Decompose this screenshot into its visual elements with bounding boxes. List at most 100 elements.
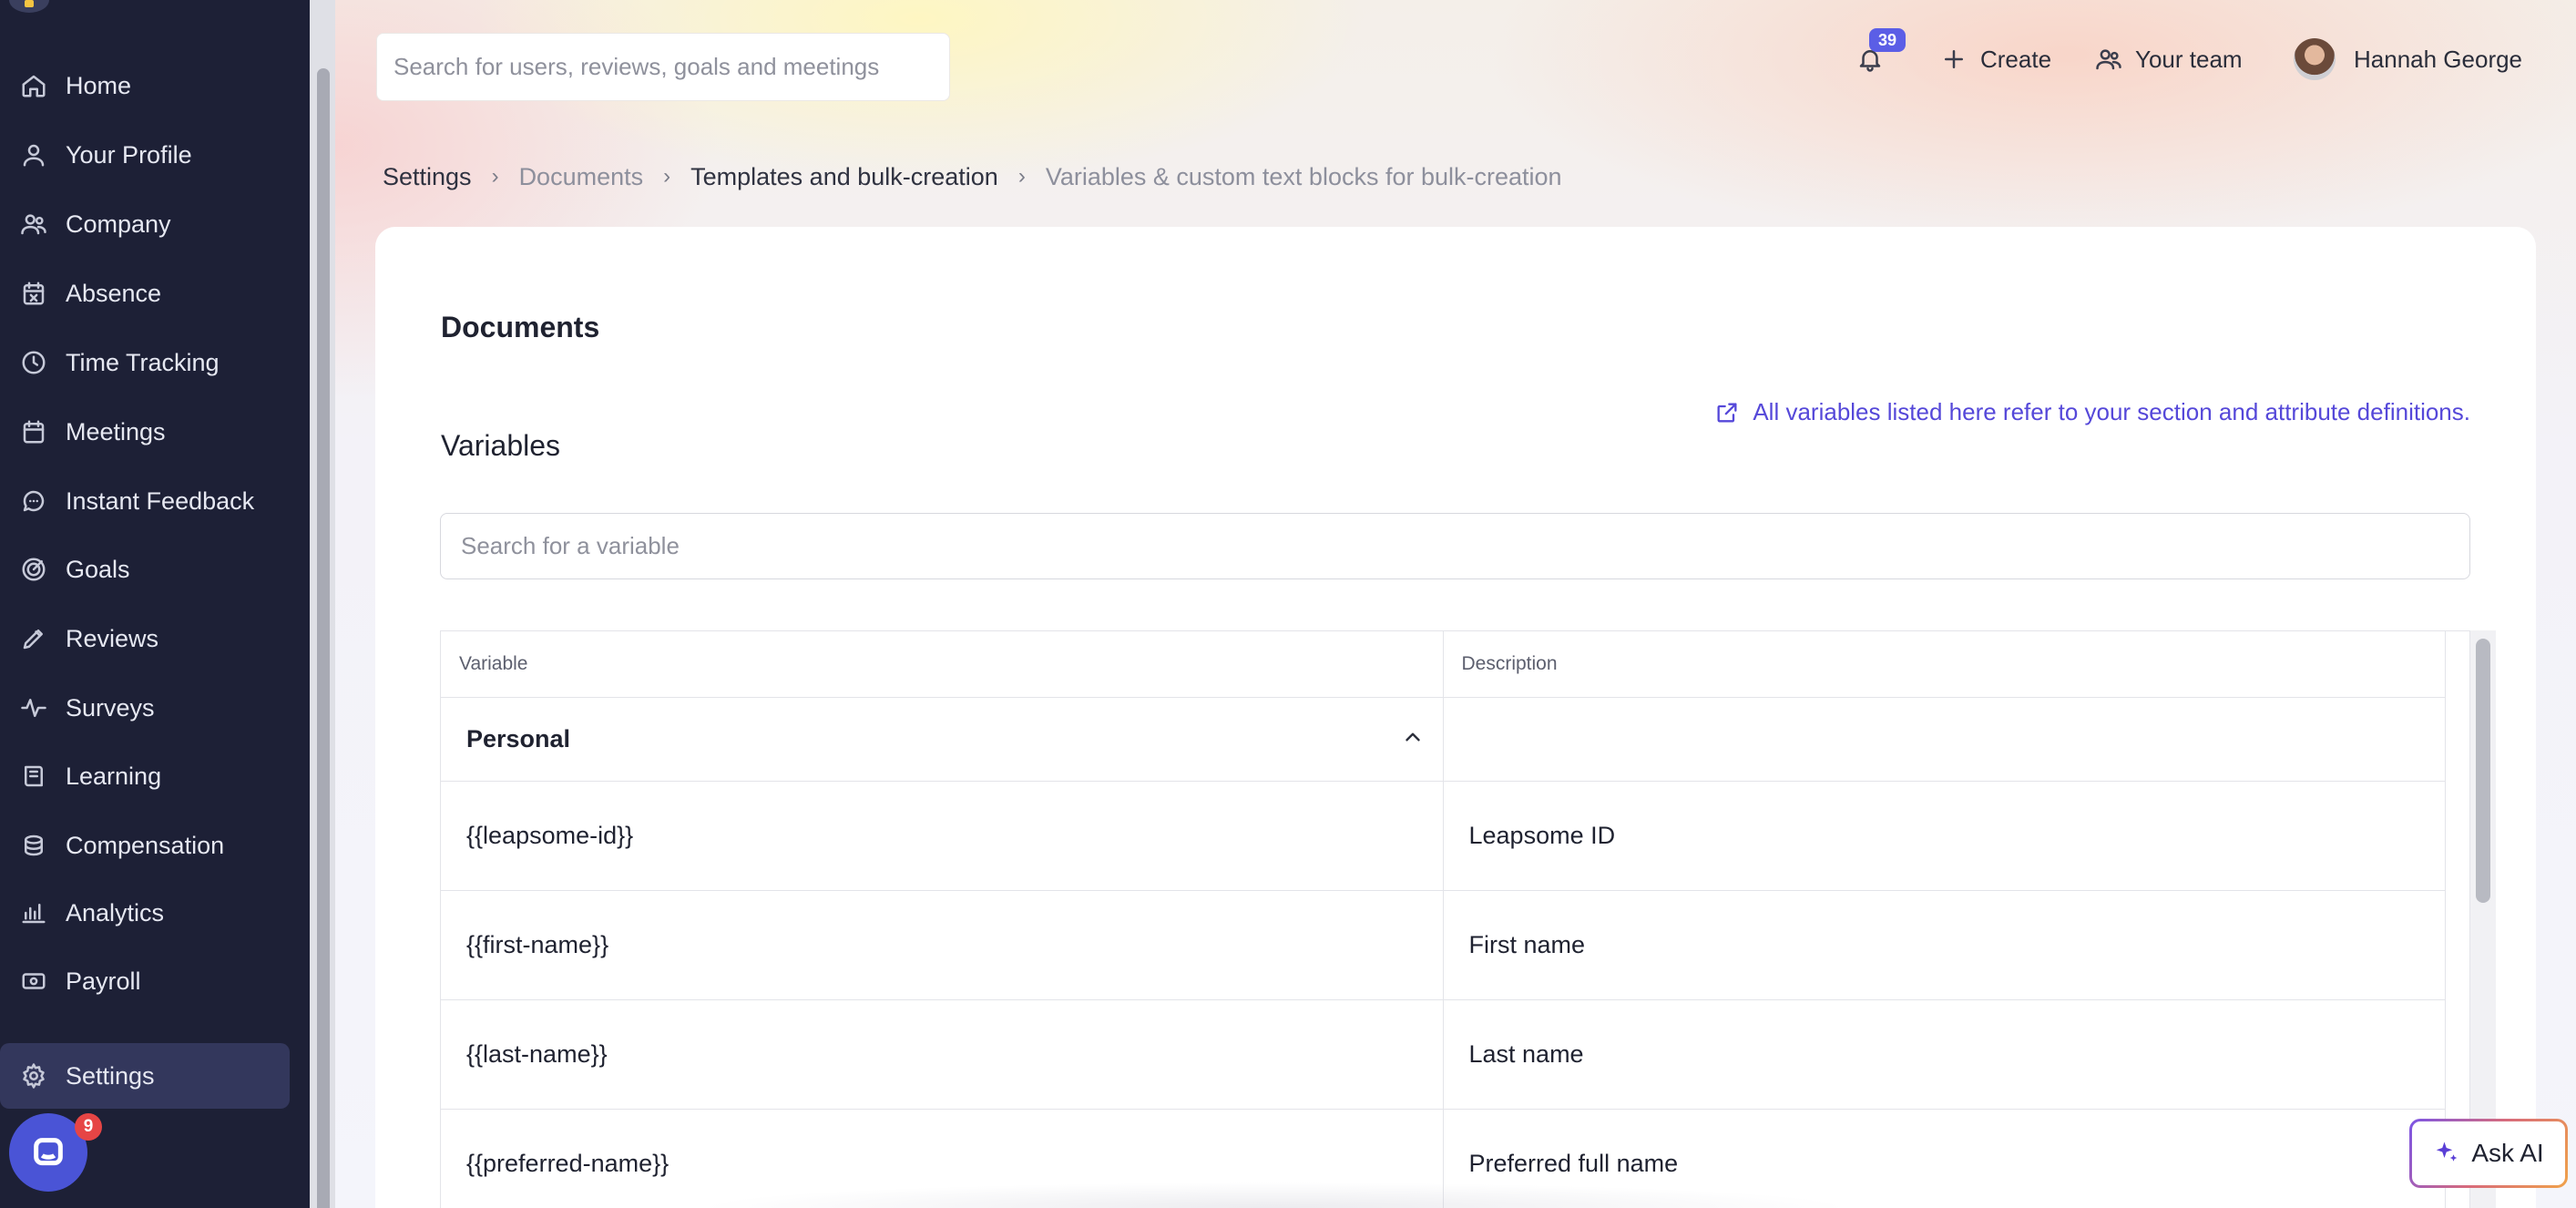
table-row[interactable]: {{leapsome-id}} Leapsome ID xyxy=(441,781,2446,891)
sidebar-item-time-tracking[interactable]: Time Tracking xyxy=(0,330,290,395)
sidebar-item-surveys[interactable]: Surveys xyxy=(0,675,290,741)
variables-table: Variable Description Personal {{leapsome… xyxy=(440,630,2470,1208)
gear-icon xyxy=(18,1060,49,1091)
documents-card: Documents Variables All variables listed… xyxy=(375,227,2536,1208)
sidebar-item-label: Absence xyxy=(66,279,162,307)
sidebar-item-label: Payroll xyxy=(66,967,141,995)
chevron-up-icon[interactable] xyxy=(1401,725,1425,749)
table-row[interactable]: {{last-name}} Last name xyxy=(441,999,2446,1110)
pulse-icon xyxy=(18,692,49,723)
column-header-variable[interactable]: Variable xyxy=(441,631,1444,698)
definitions-link[interactable]: All variables listed here refer to your … xyxy=(1714,398,2470,426)
sidebar-item-your-profile[interactable]: Your Profile xyxy=(0,122,290,188)
sidebar-item-label: Analytics xyxy=(66,898,165,926)
pencil-icon xyxy=(18,623,49,654)
create-label: Create xyxy=(1980,45,2052,73)
group-cell[interactable]: Personal xyxy=(441,697,1444,782)
variable-cell: {{first-name}} xyxy=(441,890,1444,1000)
calendar-x-icon xyxy=(18,278,49,309)
sidebar-item-label: Compensation xyxy=(66,831,225,859)
ask-ai-label: Ask AI xyxy=(2471,1139,2544,1167)
breadcrumb-documents[interactable]: Documents xyxy=(519,163,644,191)
description-cell: First name xyxy=(1443,890,2446,1000)
global-search-input[interactable] xyxy=(376,33,950,101)
your-team-label: Your team xyxy=(2135,45,2243,73)
sidebar-item-label: Home xyxy=(66,71,132,99)
create-button[interactable]: Create xyxy=(1940,36,2051,82)
banknote-icon xyxy=(18,966,49,997)
app-logo[interactable] xyxy=(9,0,49,13)
definitions-link-label: All variables listed here refer to your … xyxy=(1753,398,2470,425)
sparkle-icon xyxy=(2437,1141,2458,1162)
variable-cell: {{preferred-name}} xyxy=(441,1109,1444,1208)
column-header-description[interactable]: Description xyxy=(1443,631,2446,698)
group-description-cell xyxy=(1443,697,2446,782)
breadcrumb-settings[interactable]: Settings xyxy=(383,163,472,191)
variable-cell: {{leapsome-id}} xyxy=(441,781,1444,891)
plus-icon xyxy=(1945,50,1963,68)
sidebar-item-absence[interactable]: Absence xyxy=(0,261,290,326)
variable-search-input[interactable] xyxy=(440,513,2470,579)
breadcrumb-current-page: Variables & custom text blocks for bulk-… xyxy=(1045,162,1562,190)
description-cell: Leapsome ID xyxy=(1443,781,2446,891)
sidebar-item-label: Time Tracking xyxy=(66,348,220,376)
table-header-row: Variable Description xyxy=(441,631,2446,698)
chevron-right-icon: › xyxy=(663,164,671,189)
sidebar-item-label: Settings xyxy=(66,1061,155,1090)
ask-ai-inner: Ask AI xyxy=(2412,1121,2565,1185)
table-row[interactable]: {{preferred-name}} Preferred full name xyxy=(441,1109,2446,1208)
book-icon xyxy=(18,761,49,792)
sidebar-item-label: Meetings xyxy=(66,417,166,445)
sidebar-item-compensation[interactable]: Compensation xyxy=(0,813,290,878)
sidebar-item-label: Surveys xyxy=(66,693,155,722)
sidebar-item-instant-feedback[interactable]: Instant Feedback xyxy=(0,468,290,534)
chevron-right-icon: › xyxy=(1017,164,1026,189)
avatar xyxy=(2294,38,2336,80)
sidebar-item-label: Company xyxy=(66,210,171,238)
target-icon xyxy=(18,554,49,585)
user-name: Hannah George xyxy=(2354,45,2523,73)
sidebar-item-company[interactable]: Company xyxy=(0,191,290,257)
chat-bubble-icon xyxy=(34,1138,63,1166)
your-team-button[interactable]: Your team xyxy=(2095,36,2243,82)
sidebar-item-label: Instant Feedback xyxy=(66,486,255,515)
sidebar-item-home[interactable]: Home xyxy=(0,53,290,118)
coins-icon xyxy=(18,830,49,861)
user-menu[interactable]: Hannah George xyxy=(2294,36,2522,82)
sidebar-item-payroll[interactable]: Payroll xyxy=(0,948,290,1014)
sidebar-item-analytics[interactable]: Analytics xyxy=(0,880,290,946)
table-scrollbar-thumb[interactable] xyxy=(2476,639,2490,903)
sidebar-item-label: Goals xyxy=(66,555,130,583)
chart-icon xyxy=(18,897,49,928)
company-icon xyxy=(18,209,49,240)
clock-icon xyxy=(18,347,49,378)
sidebar-item-label: Your Profile xyxy=(66,140,192,169)
breadcrumb: Settings › Documents › Templates and bul… xyxy=(383,157,1562,197)
sidebar: Home Your Profile Company Absence Time T… xyxy=(0,0,310,1208)
main-area: 39 Create Your team Hannah George Settin… xyxy=(335,0,2576,1208)
notifications-count-badge: 39 xyxy=(1869,28,1906,52)
section-title: Variables xyxy=(441,429,561,462)
description-cell: Last name xyxy=(1443,999,2446,1110)
sidebar-item-meetings[interactable]: Meetings xyxy=(0,399,290,465)
group-row-personal[interactable]: Personal xyxy=(441,697,2446,782)
sidebar-item-label: Learning xyxy=(66,762,162,790)
calendar-icon xyxy=(18,416,49,447)
sidebar-item-settings[interactable]: Settings xyxy=(0,1043,290,1109)
sidebar-item-reviews[interactable]: Reviews xyxy=(0,606,290,671)
breadcrumb-templates[interactable]: Templates and bulk-creation xyxy=(690,163,998,191)
ask-ai-button[interactable]: Ask AI xyxy=(2409,1119,2568,1188)
sidebar-item-label: Reviews xyxy=(66,624,159,652)
variable-cell: {{last-name}} xyxy=(441,999,1444,1110)
chevron-right-icon: › xyxy=(491,164,499,189)
sidebar-item-goals[interactable]: Goals xyxy=(0,537,290,602)
chat-icon xyxy=(18,486,49,517)
group-label: Personal xyxy=(466,724,571,752)
description-cell: Preferred full name xyxy=(1443,1109,2446,1208)
page-title: Documents xyxy=(441,311,600,343)
user-icon xyxy=(18,139,49,170)
sidebar-item-learning[interactable]: Learning xyxy=(0,743,290,809)
sidebar-scrollbar-thumb[interactable] xyxy=(317,68,330,1208)
home-icon xyxy=(18,70,49,101)
table-row[interactable]: {{first-name}} First name xyxy=(441,890,2446,1000)
